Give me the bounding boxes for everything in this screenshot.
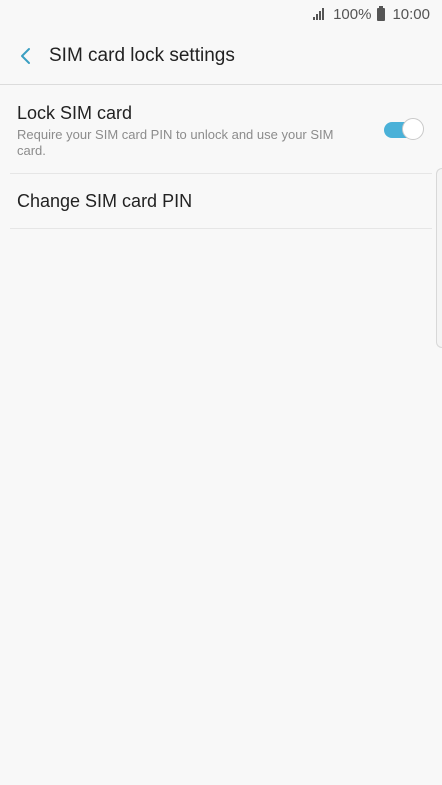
lock-sim-card-item[interactable]: Lock SIM card Require your SIM card PIN … <box>10 85 432 174</box>
toggle-thumb <box>402 118 424 140</box>
lock-sim-card-toggle[interactable] <box>384 118 424 142</box>
app-bar: SIM card lock settings <box>0 28 442 85</box>
change-sim-pin-item[interactable]: Change SIM card PIN <box>10 174 432 229</box>
settings-list: Lock SIM card Require your SIM card PIN … <box>0 85 442 229</box>
battery-percent: 100% <box>333 5 372 23</box>
clock: 10:00 <box>392 5 430 23</box>
status-bar: 100% 10:00 <box>0 0 442 28</box>
edge-panel-handle[interactable] <box>436 168 442 348</box>
back-arrow-icon <box>21 48 30 64</box>
lock-sim-card-title: Lock SIM card <box>17 103 133 123</box>
page-title: SIM card lock settings <box>49 45 235 66</box>
battery-icon <box>377 5 386 21</box>
change-sim-pin-title: Change SIM card PIN <box>17 191 193 211</box>
back-button[interactable] <box>6 28 46 84</box>
lock-sim-card-summary: Require your SIM card PIN to unlock and … <box>17 127 334 158</box>
signal-icon <box>313 8 327 20</box>
